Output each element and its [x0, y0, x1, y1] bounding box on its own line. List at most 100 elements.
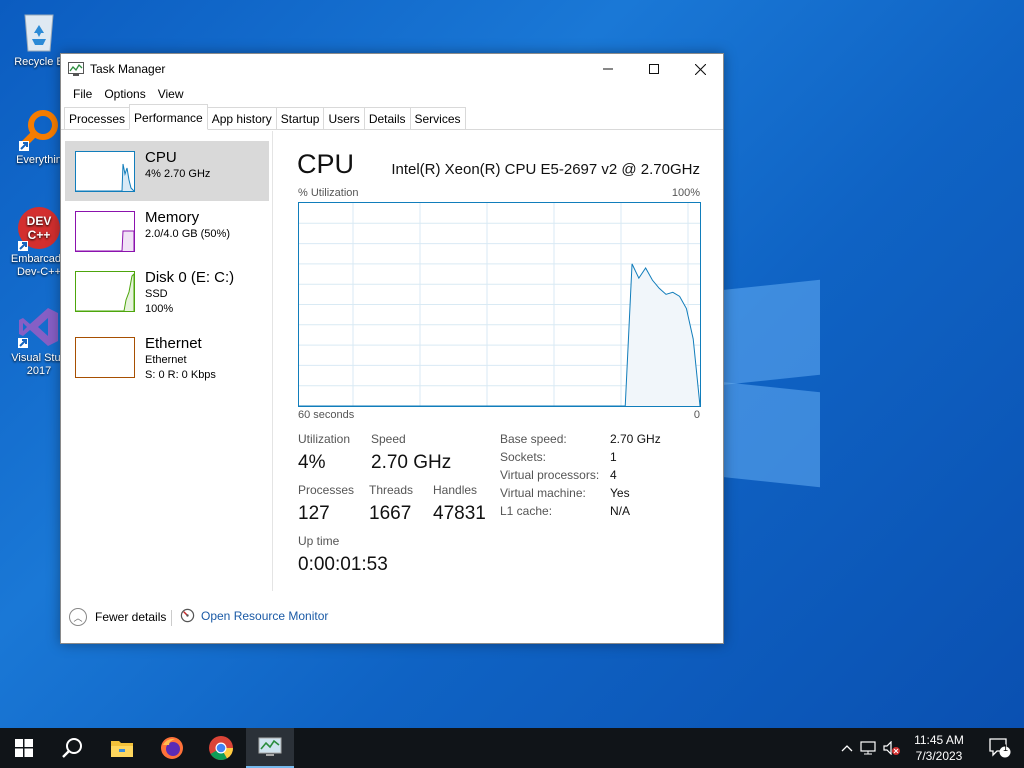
close-icon [694, 63, 706, 75]
utilization-value: 4% [298, 452, 326, 473]
resource-name: Disk 0 (E: C:) [145, 269, 235, 286]
taskbar-clock[interactable]: 11:45 AM 7/3/2023 [905, 732, 973, 764]
spec-value-sockets: 1 [610, 450, 617, 464]
resource-detail: 2.0/4.0 GB (50%) [145, 228, 230, 240]
search-button[interactable] [48, 728, 96, 768]
volume-muted-icon[interactable] [880, 741, 904, 755]
spec-value-l1-cache: N/A [610, 504, 631, 518]
network-icon[interactable] [856, 741, 880, 755]
handles-value: 47831 [433, 503, 486, 524]
show-hidden-icons-chevron-icon[interactable] [838, 744, 856, 752]
title-bar[interactable]: Task Manager [61, 54, 723, 84]
resource-item-disk[interactable]: Disk 0 (E: C:) SSD 100% [65, 261, 269, 321]
spec-label-base-speed: Base speed: [500, 432, 567, 446]
open-resource-monitor-label: Open Resource Monitor [201, 608, 329, 623]
chevron-up-icon: ︿ [69, 608, 87, 626]
resource-name: CPU [145, 149, 177, 166]
disk-thumbnail-graph [75, 271, 135, 312]
clock-time: 11:45 AM [914, 733, 964, 747]
task-manager-icon [68, 62, 84, 76]
cpu-thumbnail-graph [75, 151, 135, 192]
spec-value-virtual-processors: 4 [610, 468, 617, 482]
task-manager-icon [258, 737, 282, 756]
everything-search-icon [16, 106, 62, 152]
spec-value-virtual-machine: Yes [610, 486, 630, 500]
spec-value-base-speed: 2.70 GHz [610, 432, 661, 446]
resource-detail: Ethernet [145, 354, 187, 366]
action-center-button[interactable]: 1 [976, 728, 1024, 768]
resource-detail-2: 100% [145, 303, 174, 315]
open-resource-monitor-link[interactable]: Open Resource Monitor [180, 608, 328, 623]
taskbar: 11:45 AM 7/3/2023 1 [0, 728, 1024, 768]
spec-label-virtual-machine: Virtual machine: [500, 486, 586, 500]
cpu-utilization-area [299, 263, 700, 406]
cpu-utilization-graph [298, 202, 701, 407]
menu-view[interactable]: View [152, 87, 190, 101]
chrome-icon [209, 736, 233, 761]
tab-startup[interactable]: Startup [275, 107, 325, 129]
taskbar-chrome[interactable] [197, 728, 245, 768]
minimize-button[interactable] [585, 54, 631, 84]
uptime-label: Up time [298, 534, 340, 548]
taskbar-firefox[interactable] [148, 728, 196, 768]
window-title: Task Manager [90, 62, 166, 76]
handles-label: Handles [433, 483, 478, 497]
start-icon [15, 739, 33, 757]
fewer-details-button[interactable]: ︿ Fewer details [69, 608, 166, 626]
resource-item-memory[interactable]: Memory 2.0/4.0 GB (50%) [65, 201, 269, 261]
maximize-button[interactable] [631, 54, 677, 84]
tab-app-history[interactable]: App history [206, 107, 277, 129]
tab-details[interactable]: Details [363, 107, 411, 129]
fewer-details-label: Fewer details [95, 610, 167, 624]
cpu-model-name: Intel(R) Xeon(R) CPU E5-2697 v2 @ 2.70GH… [391, 161, 700, 178]
resource-item-cpu[interactable]: CPU 4% 2.70 GHz [65, 141, 269, 201]
menu-bar: File Options View [61, 84, 723, 104]
task-manager-window: Task Manager File Options View Processes… [60, 53, 724, 644]
uptime-value: 0:00:01:53 [298, 554, 388, 575]
search-icon [62, 738, 82, 758]
graph-time-end: 0 [693, 409, 700, 421]
resource-name: Memory [145, 209, 200, 226]
devcpp-icon: DEV C++ [16, 205, 62, 251]
clock-date: 7/3/2023 [915, 749, 963, 763]
visual-studio-icon [16, 304, 62, 350]
resource-detail: 4% 2.70 GHz [145, 168, 211, 180]
tab-services[interactable]: Services [409, 107, 466, 129]
firefox-icon [161, 737, 183, 759]
resource-item-ethernet[interactable]: Ethernet Ethernet S: 0 R: 0 Kbps [65, 327, 269, 387]
resource-detail: SSD [145, 288, 168, 300]
page-title: CPU [297, 149, 355, 179]
graph-y-max: 100% [671, 187, 700, 199]
menu-options[interactable]: Options [98, 87, 151, 101]
maximize-icon [649, 64, 659, 74]
tab-users[interactable]: Users [323, 107, 365, 129]
utilization-label: Utilization [298, 432, 351, 446]
graph-y-label: % Utilization [298, 187, 359, 199]
speed-value: 2.70 GHz [371, 452, 452, 473]
recycle-bin-icon [16, 8, 62, 54]
tab-strip: Processes Performance App history Startu… [61, 104, 723, 130]
tab-processes[interactable]: Processes [64, 107, 131, 129]
close-button[interactable] [677, 54, 723, 84]
resource-detail-2: S: 0 R: 0 Kbps [145, 369, 216, 381]
menu-file[interactable]: File [67, 87, 98, 101]
minimize-icon [603, 68, 613, 70]
resource-monitor-icon [180, 608, 195, 623]
graph-time-span: 60 seconds [298, 409, 355, 421]
taskbar-task-manager[interactable] [246, 728, 294, 768]
resource-name: Ethernet [145, 335, 202, 352]
start-button[interactable] [0, 728, 48, 768]
windows-wallpaper-logo [720, 279, 825, 488]
ethernet-thumbnail-graph [75, 337, 135, 378]
file-explorer-icon [111, 741, 133, 757]
tab-performance[interactable]: Performance [129, 104, 208, 130]
spec-label-sockets: Sockets: [500, 450, 547, 464]
spec-label-virtual-processors: Virtual processors: [500, 468, 600, 482]
processes-label: Processes [298, 483, 355, 497]
svg-text:DEV: DEV [27, 214, 52, 228]
svg-text:C++: C++ [28, 228, 51, 242]
threads-label: Threads [369, 483, 414, 497]
taskbar-file-explorer[interactable] [98, 728, 146, 768]
spec-label-l1-cache: L1 cache: [500, 504, 553, 518]
resource-list: CPU 4% 2.70 GHz Memory 2.0/4.0 GB (50%) … [61, 131, 273, 591]
